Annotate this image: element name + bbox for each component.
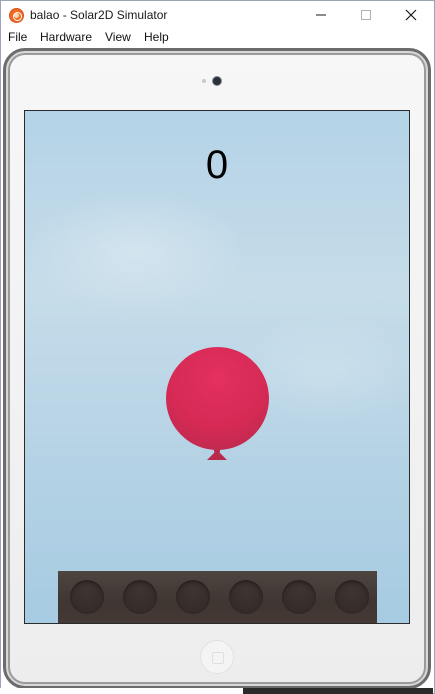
menu-view[interactable]: View xyxy=(105,30,131,44)
balloon-knot xyxy=(207,450,227,460)
minimize-icon xyxy=(316,14,326,16)
window-title: balao - Solar2D Simulator xyxy=(30,8,168,22)
score-display: 0 xyxy=(205,143,229,187)
close-button[interactable] xyxy=(388,1,434,29)
taskbar-edge xyxy=(0,688,433,694)
platform-hole xyxy=(229,580,263,614)
platform-hole xyxy=(335,580,369,614)
platform-hole xyxy=(282,580,316,614)
menu-file[interactable]: File xyxy=(8,30,27,44)
platform-hole xyxy=(123,580,157,614)
balloon[interactable] xyxy=(166,347,269,450)
maximize-button[interactable] xyxy=(343,1,389,29)
solar2d-app-icon xyxy=(9,8,24,23)
front-camera xyxy=(213,77,221,85)
maximize-icon xyxy=(361,10,371,20)
menu-hardware[interactable]: Hardware xyxy=(40,30,92,44)
menu-help[interactable]: Help xyxy=(144,30,169,44)
platform-hole xyxy=(176,580,210,614)
home-button[interactable] xyxy=(200,640,234,674)
ground-platform xyxy=(58,571,377,623)
taskbar-dark-segment xyxy=(243,688,433,694)
menu-bar: File Hardware View Help xyxy=(1,29,434,47)
platform-hole xyxy=(70,580,104,614)
close-icon xyxy=(405,9,417,21)
title-bar[interactable]: balao - Solar2D Simulator xyxy=(1,1,434,29)
light-sensor xyxy=(202,79,206,83)
game-screen[interactable]: 0 xyxy=(24,110,410,624)
minimize-button[interactable] xyxy=(298,1,344,29)
